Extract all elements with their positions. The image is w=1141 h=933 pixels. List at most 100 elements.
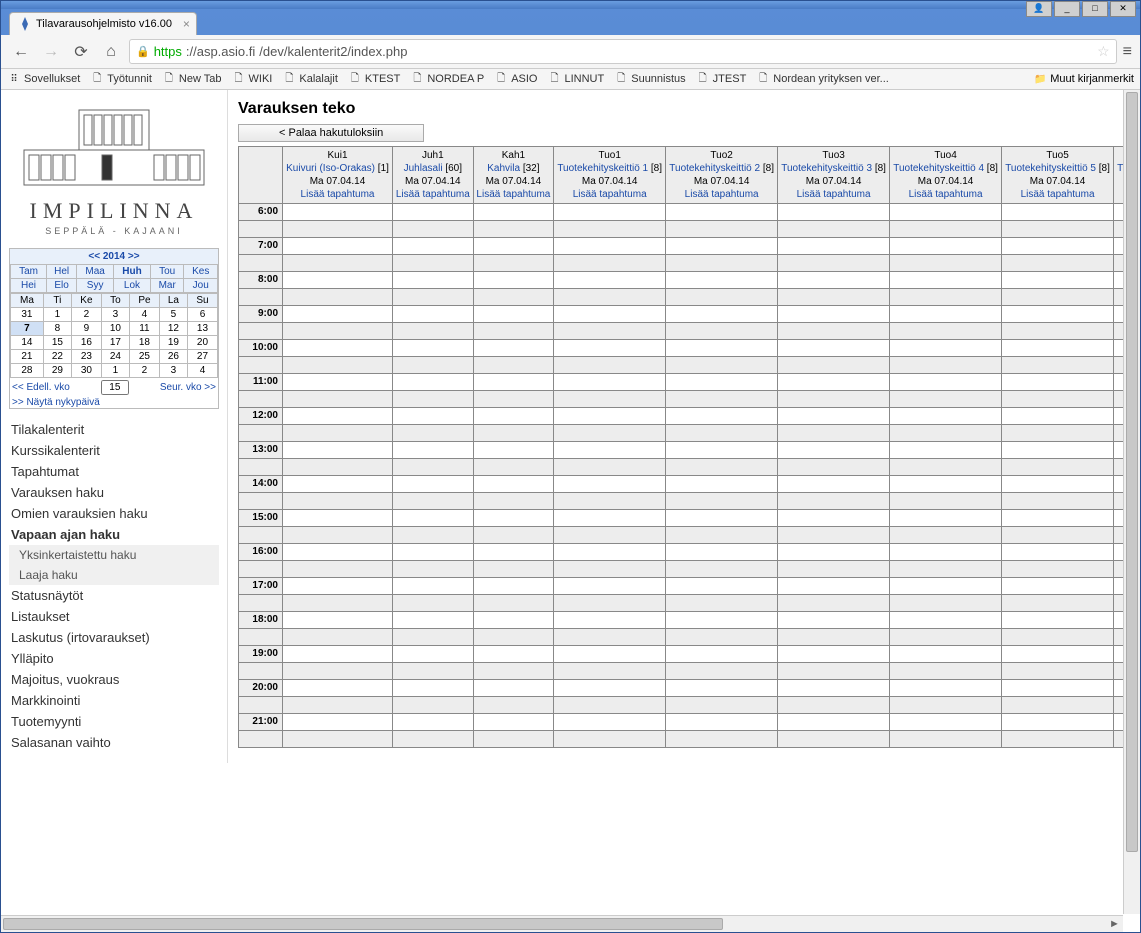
time-slot[interactable] <box>778 629 890 646</box>
day-cell[interactable]: 1 <box>101 364 129 378</box>
time-slot[interactable] <box>473 680 554 697</box>
time-slot[interactable] <box>778 340 890 357</box>
time-slot[interactable] <box>890 629 1002 646</box>
day-cell[interactable]: 4 <box>129 308 159 322</box>
time-slot[interactable] <box>473 527 554 544</box>
time-slot[interactable] <box>890 510 1002 527</box>
time-slot[interactable] <box>778 510 890 527</box>
time-slot[interactable] <box>554 425 666 442</box>
time-slot[interactable] <box>393 408 474 425</box>
bookmark-item[interactable]: 🗋KTEST <box>348 72 400 86</box>
time-slot[interactable] <box>1002 272 1114 289</box>
time-slot[interactable] <box>778 612 890 629</box>
time-slot[interactable] <box>393 561 474 578</box>
nav-item[interactable]: Ylläpito <box>9 648 219 669</box>
time-slot[interactable] <box>890 391 1002 408</box>
time-slot[interactable] <box>778 595 890 612</box>
back-to-results-button[interactable]: < Palaa hakutuloksiin <box>238 124 424 142</box>
time-slot[interactable] <box>890 714 1002 731</box>
nav-item[interactable]: Kurssikalenterit <box>9 440 219 461</box>
time-slot[interactable] <box>890 442 1002 459</box>
room-header[interactable]: Kui1Kuivuri (Iso-Orakas) [1]Ma 07.04.14L… <box>283 147 393 204</box>
day-cell[interactable]: 26 <box>159 350 187 364</box>
time-slot[interactable] <box>393 306 474 323</box>
time-slot[interactable] <box>393 204 474 221</box>
time-slot[interactable] <box>283 561 393 578</box>
time-slot[interactable] <box>554 663 666 680</box>
time-slot[interactable] <box>283 408 393 425</box>
room-header[interactable]: Tuo2Tuotekehityskeittiö 2 [8]Ma 07.04.14… <box>666 147 778 204</box>
day-cell[interactable]: 1 <box>43 308 71 322</box>
time-slot[interactable] <box>283 646 393 663</box>
time-slot[interactable] <box>1002 680 1114 697</box>
day-cell[interactable]: 15 <box>43 336 71 350</box>
bookmark-item[interactable]: 🗋Suunnistus <box>614 72 685 86</box>
time-slot[interactable] <box>778 221 890 238</box>
time-slot[interactable] <box>1002 697 1114 714</box>
time-slot[interactable] <box>283 374 393 391</box>
time-slot[interactable] <box>393 340 474 357</box>
time-slot[interactable] <box>890 204 1002 221</box>
time-slot[interactable] <box>1002 221 1114 238</box>
nav-item[interactable]: Tapahtumat <box>9 461 219 482</box>
day-cell[interactable]: 20 <box>187 336 217 350</box>
time-slot[interactable] <box>1002 629 1114 646</box>
nav-item[interactable]: Omien varauksien haku <box>9 503 219 524</box>
time-slot[interactable] <box>283 221 393 238</box>
time-slot[interactable] <box>1002 289 1114 306</box>
day-cell[interactable]: 5 <box>159 308 187 322</box>
time-slot[interactable] <box>778 425 890 442</box>
time-slot[interactable] <box>473 391 554 408</box>
time-slot[interactable] <box>890 544 1002 561</box>
time-slot[interactable] <box>666 306 778 323</box>
day-cell[interactable]: 16 <box>71 336 101 350</box>
address-bar[interactable]: 🔒 https://asp.asio.fi/dev/kalenterit2/in… <box>129 39 1117 64</box>
bookmark-item[interactable]: 🗋Työtunnit <box>90 72 152 86</box>
time-slot[interactable] <box>283 629 393 646</box>
nav-item[interactable]: Vapaan ajan haku <box>9 524 219 545</box>
time-slot[interactable] <box>1002 255 1114 272</box>
nav-item[interactable]: Majoitus, vuokraus <box>9 669 219 690</box>
time-slot[interactable] <box>778 714 890 731</box>
day-cell[interactable]: 2 <box>71 308 101 322</box>
month-cell[interactable]: Lok <box>114 279 151 293</box>
time-slot[interactable] <box>554 340 666 357</box>
month-cell[interactable]: Hel <box>47 265 77 279</box>
time-slot[interactable] <box>393 442 474 459</box>
bookmark-item[interactable]: 🗋Nordean yrityksen ver... <box>756 72 889 86</box>
time-slot[interactable] <box>778 476 890 493</box>
time-slot[interactable] <box>1002 238 1114 255</box>
nav-item[interactable]: Tuotemyynti <box>9 711 219 732</box>
time-slot[interactable] <box>554 357 666 374</box>
time-slot[interactable] <box>1002 408 1114 425</box>
time-slot[interactable] <box>554 680 666 697</box>
time-slot[interactable] <box>473 544 554 561</box>
month-cell[interactable]: Tam <box>11 265 47 279</box>
time-slot[interactable] <box>666 204 778 221</box>
time-slot[interactable] <box>393 425 474 442</box>
time-slot[interactable] <box>666 272 778 289</box>
nav-item[interactable]: Laaja haku <box>9 565 219 585</box>
time-slot[interactable] <box>778 323 890 340</box>
time-slot[interactable] <box>473 357 554 374</box>
time-slot[interactable] <box>473 697 554 714</box>
time-slot[interactable] <box>1002 459 1114 476</box>
horizontal-scrollbar[interactable]: ◄ ► <box>1 915 1123 932</box>
time-slot[interactable] <box>890 408 1002 425</box>
month-cell[interactable]: Jou <box>184 279 218 293</box>
bookmark-item[interactable]: 🗋LINNUT <box>548 72 605 86</box>
time-slot[interactable] <box>666 561 778 578</box>
time-slot[interactable] <box>666 697 778 714</box>
time-slot[interactable] <box>554 544 666 561</box>
time-slot[interactable] <box>473 476 554 493</box>
time-slot[interactable] <box>393 629 474 646</box>
time-slot[interactable] <box>554 561 666 578</box>
time-slot[interactable] <box>283 493 393 510</box>
time-slot[interactable] <box>666 714 778 731</box>
nav-item[interactable]: Laskutus (irtovaraukset) <box>9 627 219 648</box>
time-slot[interactable] <box>554 493 666 510</box>
day-cell[interactable]: 9 <box>71 322 101 336</box>
time-slot[interactable] <box>554 238 666 255</box>
time-slot[interactable] <box>473 646 554 663</box>
time-slot[interactable] <box>778 374 890 391</box>
